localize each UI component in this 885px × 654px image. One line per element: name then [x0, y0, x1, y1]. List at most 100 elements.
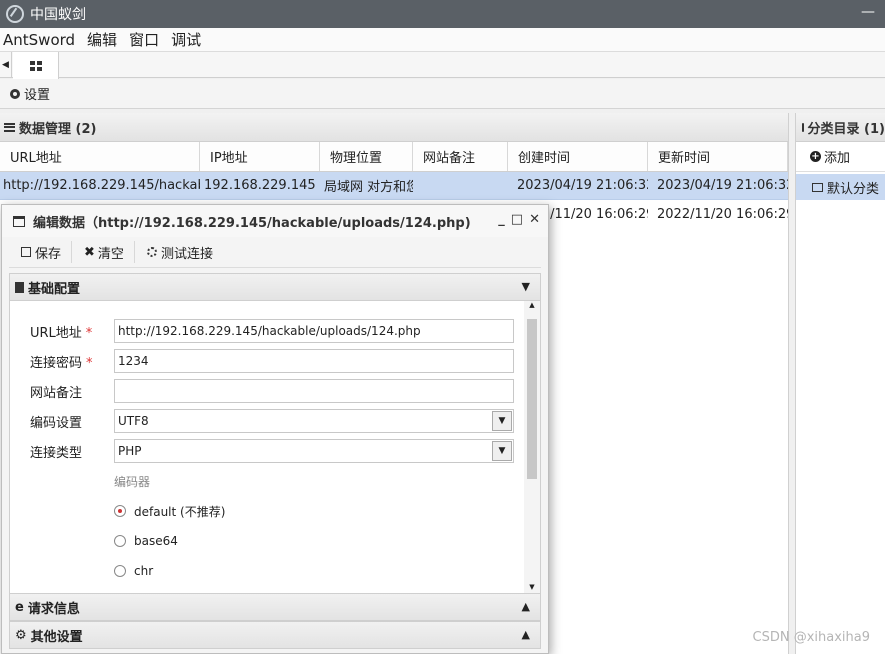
section-other-settings[interactable]: ⚙ 其他设置 ▲: [9, 621, 541, 649]
dialog-titlebar[interactable]: 编辑数据（http://192.168.229.145/hackable/upl…: [2, 205, 548, 237]
chevron-down-icon[interactable]: ▼: [492, 441, 512, 461]
plus-icon: +: [810, 151, 821, 162]
category-toolbar: + 添加: [796, 142, 885, 172]
chevron-down-icon: ▼: [521, 280, 530, 293]
chevron-down-icon[interactable]: ▼: [492, 411, 512, 431]
antsword-logo-icon: [6, 5, 24, 23]
radio-icon[interactable]: [114, 535, 126, 547]
col-updated[interactable]: 更新时间: [648, 142, 788, 171]
chevron-up-icon: ▲: [521, 628, 530, 641]
settings-label: 设置: [24, 88, 51, 103]
minimize-button[interactable]: —: [861, 4, 875, 20]
scroll-up-arrow-icon[interactable]: ▲: [524, 301, 540, 309]
cell-updated: 2023/04/19 21:06:32: [657, 178, 788, 193]
table-header: URL地址 IP地址 物理位置 网站备注 创建时间 更新时间: [0, 142, 788, 172]
tab-bar: ◀: [0, 52, 885, 79]
basic-config-body: URL地址 * http://192.168.229.145/hackable/u…: [9, 301, 541, 593]
encoder-option-base64[interactable]: base64: [114, 531, 178, 551]
cell-updated: 2022/11/20 16:06:29: [657, 206, 788, 222]
category-panel-header: 分类目录 (1): [796, 113, 885, 142]
cell-url: http://192.168.229.145/hackable/uploads/…: [3, 178, 200, 193]
category-item-label: 默认分类: [827, 181, 880, 197]
encoder-option-label: base64: [134, 534, 178, 548]
category-item-default[interactable]: 默认分类: [796, 174, 885, 200]
encoder-option-default[interactable]: default (不推荐): [114, 501, 225, 521]
note-label: 网站备注: [30, 385, 83, 401]
test-label: 测试连接: [160, 246, 213, 262]
dialog-toolbar: 保存 ✖ 清空 测试连接: [9, 237, 541, 268]
encoder-option-chr[interactable]: chr: [114, 561, 153, 581]
encoder-label: 编码器: [114, 474, 151, 489]
section-basic-label: 基础配置: [28, 281, 81, 297]
clear-label: 清空: [97, 246, 124, 262]
folder-icon: [802, 122, 804, 132]
password-label: 连接密码 *: [30, 355, 93, 371]
radio-icon[interactable]: [114, 565, 126, 577]
dialog-close-button[interactable]: ✕: [529, 212, 540, 227]
title-bar: 中国蚁剑 —: [0, 0, 885, 28]
menu-edit[interactable]: 编辑: [87, 29, 117, 50]
scroll-down-arrow-icon[interactable]: ▼: [524, 583, 540, 591]
category-panel-title: 分类目录 (1): [807, 121, 885, 137]
settings-button[interactable]: 设置: [10, 84, 50, 103]
col-location[interactable]: 物理位置: [320, 142, 413, 171]
radio-checked-icon[interactable]: [114, 505, 126, 517]
dialog-title: 编辑数据（http://192.168.229.145/hackable/upl…: [33, 215, 471, 231]
add-category-button[interactable]: + 添加: [810, 147, 850, 166]
section-request-info[interactable]: e 请求信息 ▲: [9, 593, 541, 621]
col-url[interactable]: URL地址: [0, 142, 200, 171]
menu-window[interactable]: 窗口: [129, 29, 159, 50]
tab-home[interactable]: [13, 52, 59, 79]
save-label: 保存: [35, 246, 62, 262]
edit-data-dialog: 编辑数据（http://192.168.229.145/hackable/upl…: [1, 204, 549, 654]
grid-icon: [29, 60, 42, 71]
spinner-icon: [146, 247, 157, 257]
encoding-value: UTF8: [118, 414, 149, 428]
scrollbar[interactable]: ▲ ▼: [524, 301, 540, 593]
x-icon: ✖: [84, 244, 95, 260]
document-icon: [15, 281, 24, 293]
save-button[interactable]: 保存: [17, 241, 73, 263]
cell-ip: 192.168.229.145: [204, 178, 316, 193]
section-basic-config[interactable]: 基础配置 ▼: [9, 273, 541, 301]
chevron-up-icon: ▲: [521, 600, 530, 613]
col-created[interactable]: 创建时间: [508, 142, 648, 171]
clear-button[interactable]: ✖ 清空: [72, 241, 135, 263]
add-category-label: 添加: [824, 151, 851, 166]
conn-type-label: 连接类型: [30, 445, 83, 461]
category-panel: 分类目录 (1) + 添加 默认分类: [795, 113, 885, 654]
url-input[interactable]: http://192.168.229.145/hackable/uploads/…: [114, 319, 514, 343]
menu-debug[interactable]: 调试: [171, 29, 201, 50]
watermark: CSDN @xihaxiha9: [752, 630, 871, 645]
encoder-option-label: chr: [134, 564, 154, 578]
section-other-label: 其他设置: [30, 629, 83, 645]
url-label: URL地址 *: [30, 325, 93, 341]
table-row[interactable]: http://192.168.229.145/hackable/uploads/…: [0, 172, 788, 200]
data-panel-header: 数据管理 (2): [0, 113, 788, 142]
col-ip[interactable]: IP地址: [200, 142, 320, 171]
gear-icon: [10, 88, 20, 99]
encoding-select[interactable]: UTF8 ▼: [114, 409, 514, 433]
cell-location: 局域网 对方和您: [324, 180, 413, 195]
gears-icon: ⚙: [15, 627, 27, 643]
main-toolbar: 设置: [0, 79, 885, 109]
password-input[interactable]: 1234: [114, 349, 514, 373]
e-icon: e: [15, 599, 24, 615]
encoder-option-label: default (不推荐): [134, 504, 226, 519]
encoding-label: 编码设置: [30, 415, 83, 431]
menu-antsword[interactable]: AntSword: [3, 31, 75, 49]
section-request-label: 请求信息: [27, 601, 80, 617]
conn-type-select[interactable]: PHP ▼: [114, 439, 514, 463]
test-connection-button[interactable]: 测试连接: [135, 241, 223, 263]
tab-scroll-left-button[interactable]: ◀: [0, 52, 12, 78]
folder-open-icon: [812, 182, 823, 192]
dialog-minimize-button[interactable]: _: [498, 212, 505, 227]
cell-created: 2023/04/19 21:06:32: [517, 178, 648, 193]
window-title: 中国蚁剑: [30, 7, 86, 23]
scrollbar-thumb[interactable]: [527, 319, 537, 479]
data-panel-title: 数据管理 (2): [19, 121, 97, 137]
col-note[interactable]: 网站备注: [413, 142, 508, 171]
dialog-maximize-button[interactable]: □: [511, 212, 523, 227]
note-input[interactable]: [114, 379, 514, 403]
menu-bar: AntSword 编辑 窗口 调试: [0, 28, 885, 52]
